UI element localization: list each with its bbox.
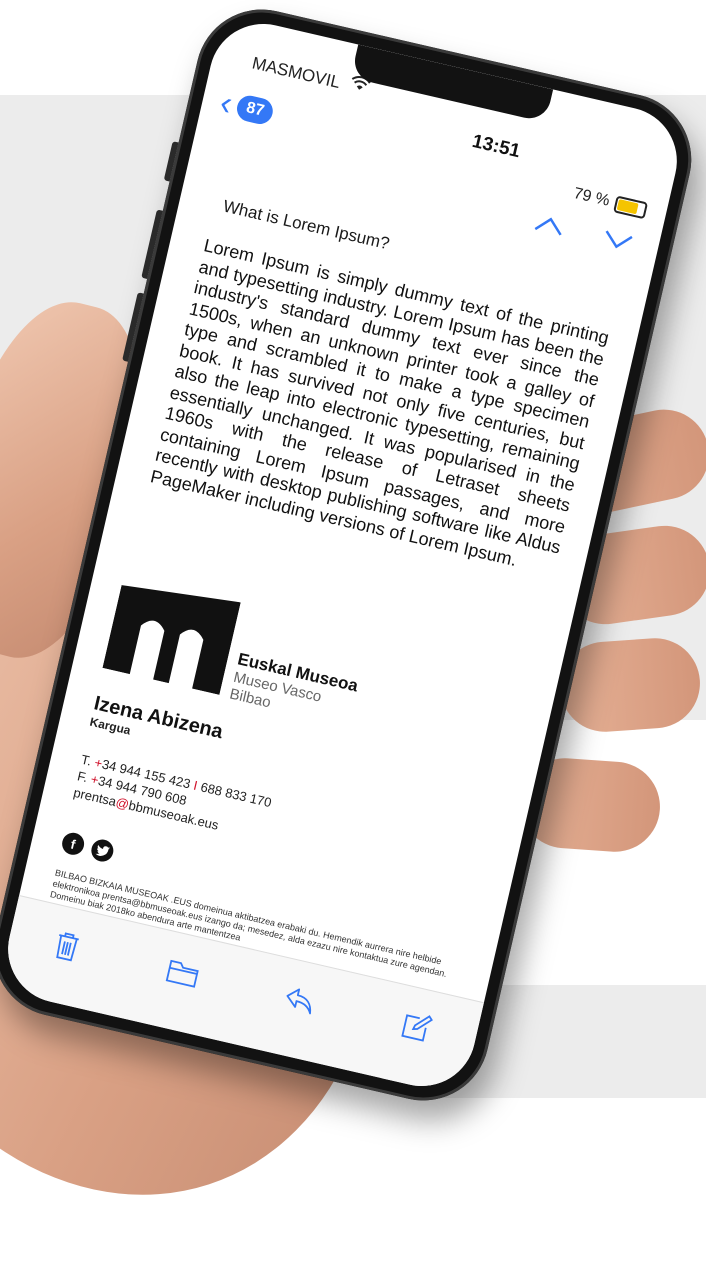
battery-indicator: 79 % bbox=[572, 185, 649, 219]
carrier-label: MASMOVIL bbox=[250, 53, 343, 93]
email-body: Lorem Ipsum is simply dummy text of the … bbox=[148, 235, 611, 570]
twitter-icon[interactable] bbox=[89, 837, 116, 864]
battery-icon bbox=[613, 195, 649, 219]
message-navigation bbox=[531, 207, 635, 260]
trash-icon[interactable] bbox=[49, 928, 83, 970]
battery-percent: 79 % bbox=[571, 184, 612, 210]
clock: 13:51 bbox=[470, 130, 523, 163]
back-button[interactable]: ‹ 87 bbox=[216, 83, 276, 130]
reply-icon[interactable] bbox=[281, 983, 318, 1022]
email-signature: Euskal Museoa Museo Vasco Bilbao Izena A… bbox=[49, 575, 533, 979]
org-block: Euskal Museoa Museo Vasco Bilbao bbox=[228, 649, 360, 729]
museum-logo-icon bbox=[102, 585, 241, 695]
chevron-down-icon[interactable] bbox=[600, 223, 636, 260]
chevron-up-icon[interactable] bbox=[531, 207, 567, 244]
compose-icon[interactable] bbox=[397, 1008, 435, 1051]
facebook-icon[interactable]: f bbox=[59, 830, 87, 857]
person-block: Izena Abizena Kargua bbox=[89, 692, 225, 758]
folder-icon[interactable] bbox=[163, 956, 202, 995]
unread-count-badge: 87 bbox=[234, 93, 276, 127]
chevron-left-icon: ‹ bbox=[216, 83, 237, 124]
social-links: f bbox=[59, 830, 116, 864]
contact-block: T. +34 944 155 423 I 688 833 170 F. +34 … bbox=[72, 751, 273, 845]
